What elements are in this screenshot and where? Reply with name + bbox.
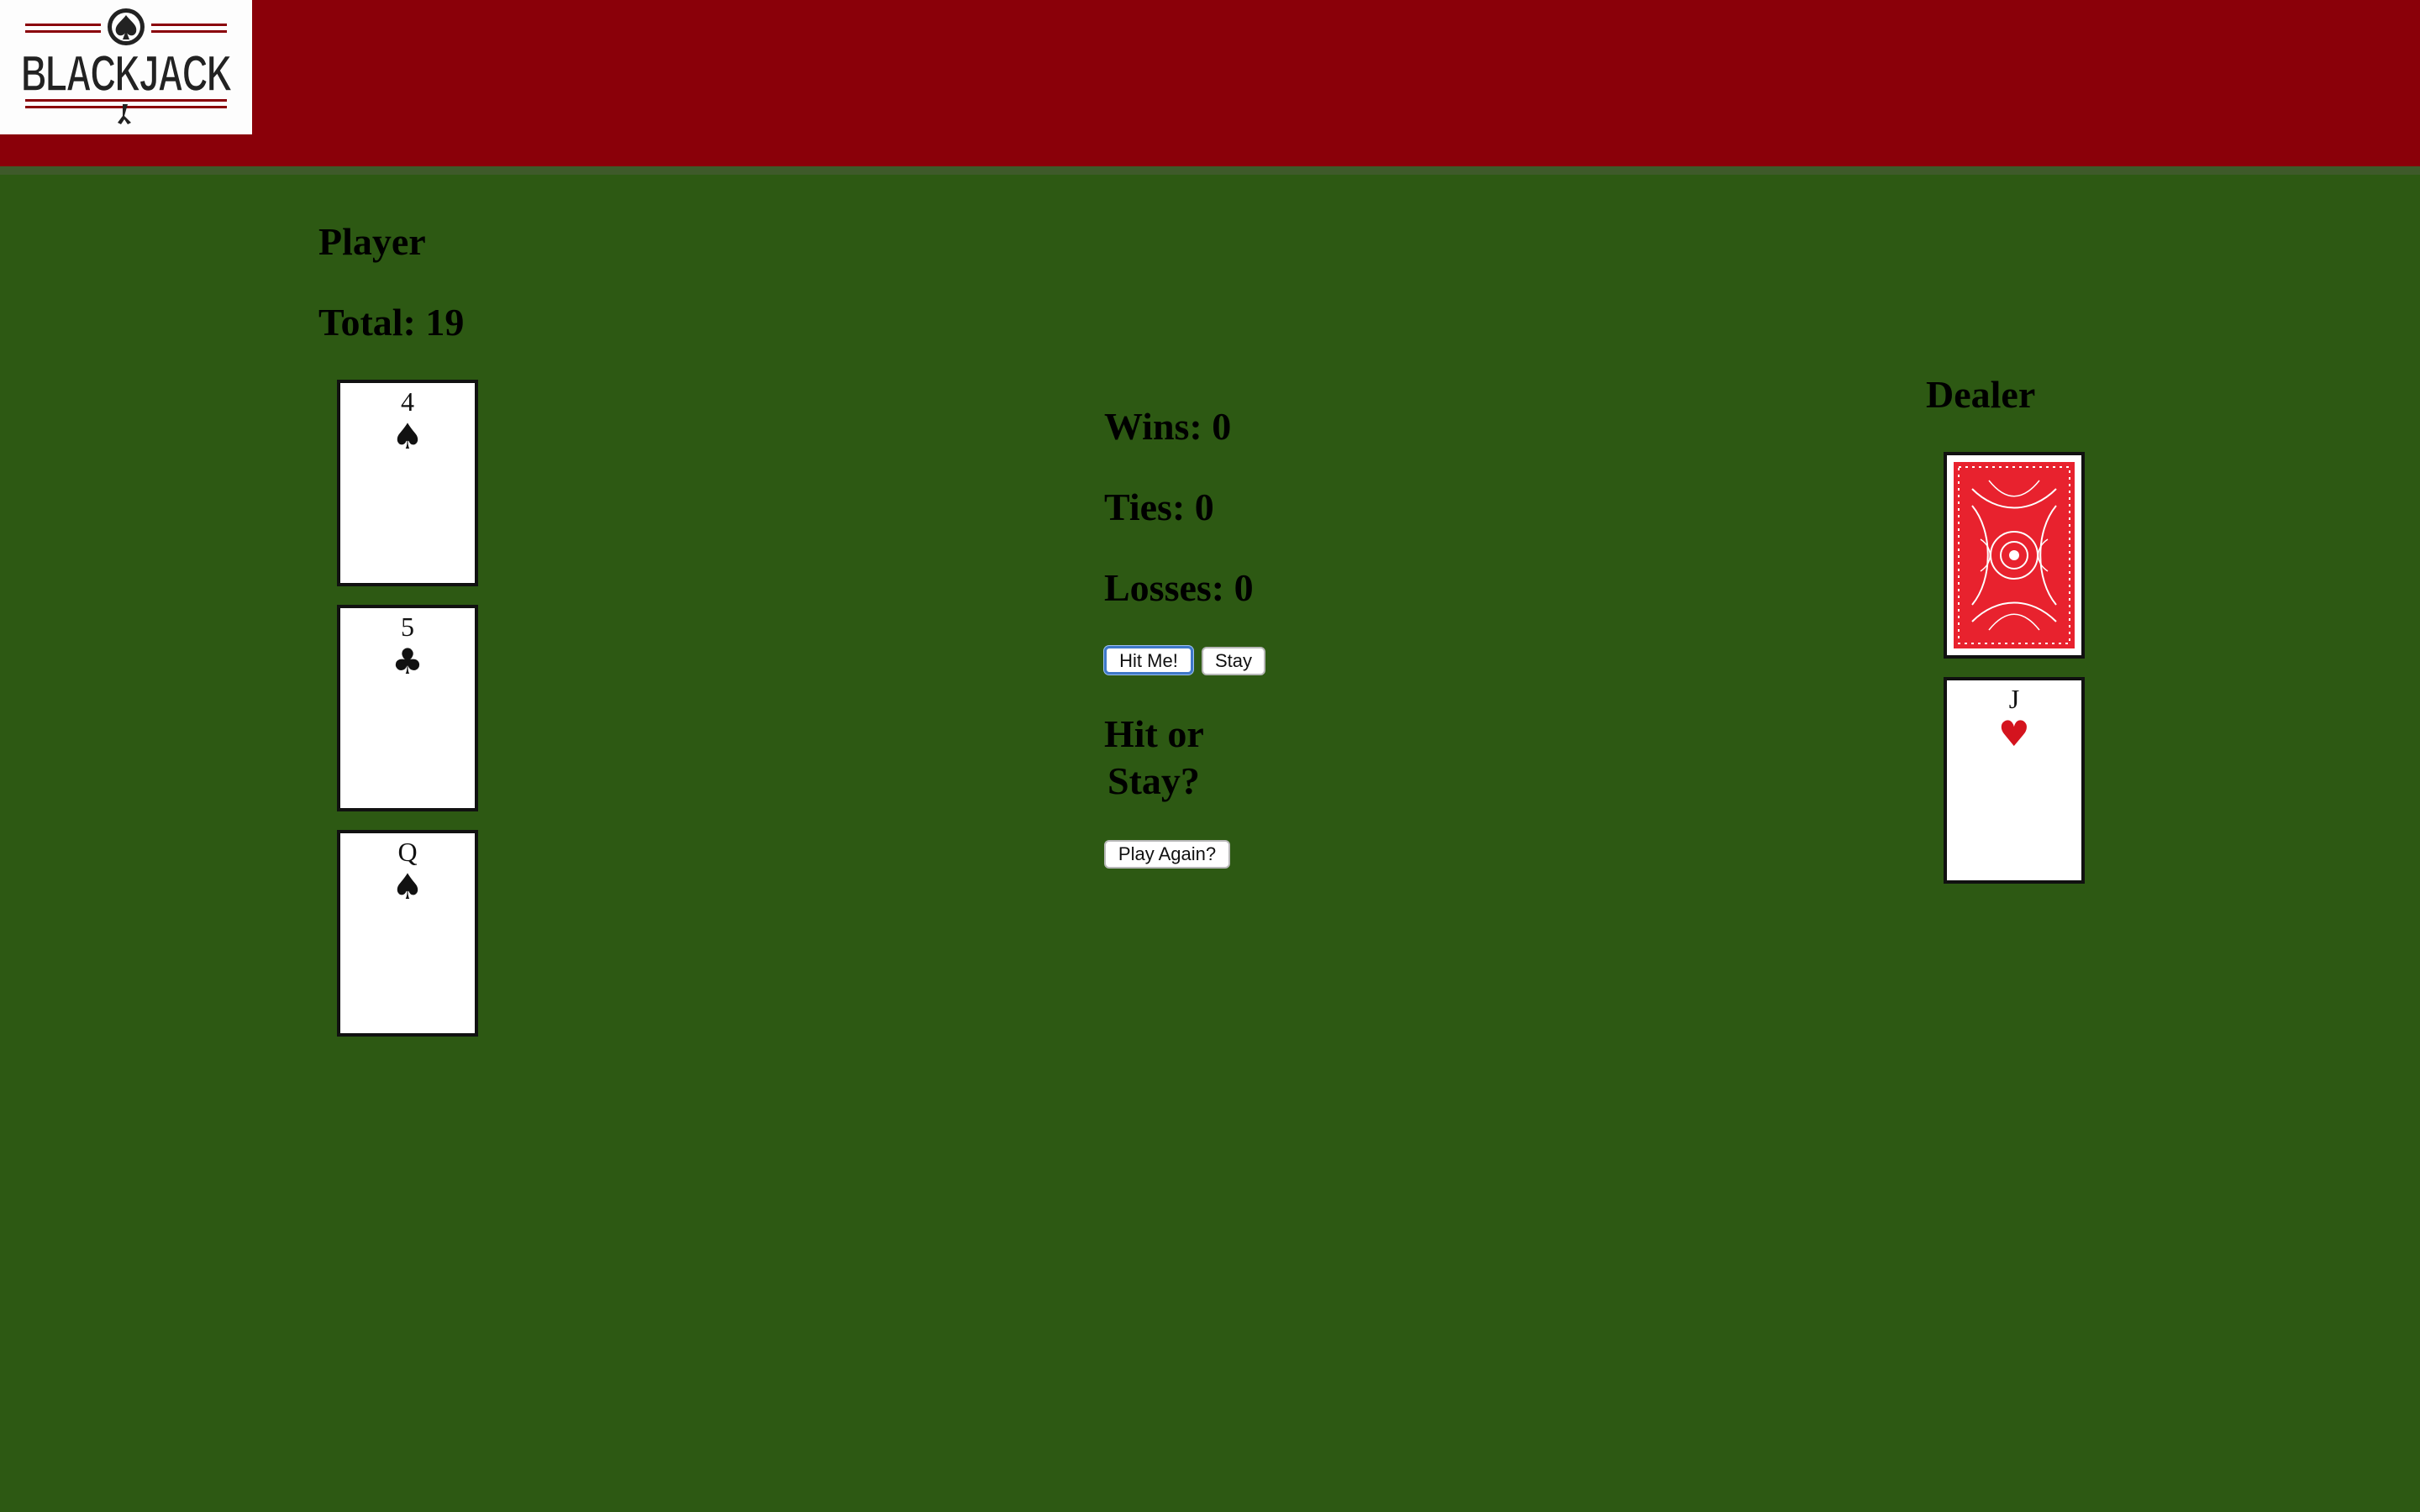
- heart-icon: ♥: [1998, 713, 2030, 754]
- header-bar: BLACKJACK: [0, 0, 2420, 175]
- stay-button[interactable]: Stay: [1202, 647, 1265, 675]
- blackjack-logo[interactable]: BLACKJACK: [0, 0, 252, 134]
- player-title: Player: [318, 220, 426, 263]
- card-rank: 5: [401, 612, 414, 642]
- hit-button[interactable]: Hit Me!: [1104, 646, 1193, 675]
- spade-icon: ♠: [392, 416, 424, 457]
- player-card: 5 ♣: [337, 605, 478, 811]
- status-line-1: Hit or: [1104, 712, 1204, 755]
- logo-graphic: BLACKJACK: [20, 8, 234, 124]
- card-rank: 4: [401, 386, 414, 417]
- spade-icon: ♠: [392, 866, 424, 907]
- dealer-card: J ♥: [1944, 677, 2085, 884]
- club-icon: ♣: [392, 641, 424, 682]
- card-rank: J: [2008, 684, 2020, 714]
- dealer-title: Dealer: [1926, 373, 2036, 416]
- svg-text:BLACKJACK: BLACKJACK: [21, 45, 232, 102]
- losses-count: Losses: 0: [1104, 566, 1254, 609]
- card-rank: Q: [397, 837, 418, 867]
- wins-count: Wins: 0: [1104, 405, 1232, 448]
- play-again-button[interactable]: Play Again?: [1104, 840, 1230, 869]
- ties-count: Ties: 0: [1104, 486, 1214, 528]
- dealer-hidden-card: [1944, 452, 2085, 659]
- player-card: 4 ♠: [337, 380, 478, 586]
- card-back-icon: [1947, 455, 2081, 655]
- status-line-2: Stay?: [1107, 759, 1200, 802]
- player-total: Total: 19: [318, 301, 465, 344]
- player-card: Q ♠: [337, 830, 478, 1037]
